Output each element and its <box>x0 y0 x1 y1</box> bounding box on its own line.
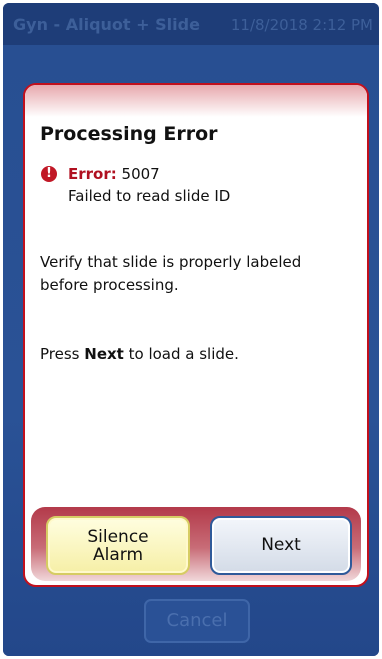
cancel-button: Cancel <box>144 599 250 643</box>
error-description: Failed to read slide ID <box>68 187 231 205</box>
press-next-hint: Press Next to load a slide. <box>40 345 239 363</box>
header-datetime: 11/8/2018 2:12 PM <box>230 16 373 34</box>
instruction-text: Verify that slide is properly labeled be… <box>40 253 302 294</box>
header-title: Gyn - Aliquot + Slide <box>13 15 200 34</box>
device-screen: Gyn - Aliquot + Slide 11/8/2018 2:12 PM … <box>3 3 379 656</box>
dialog-header-glow <box>25 85 367 117</box>
processing-error-dialog: Processing Error ! Error: 5007 Failed to… <box>23 83 369 587</box>
silence-label-line1: Silence <box>87 527 149 547</box>
error-code: 5007 <box>121 165 160 183</box>
press-suffix: to load a slide. <box>128 345 239 363</box>
next-button[interactable]: Next <box>210 516 352 575</box>
press-keyword: Next <box>84 345 124 363</box>
header-bar: Gyn - Aliquot + Slide 11/8/2018 2:12 PM <box>3 3 379 45</box>
error-exclamation-icon: ! <box>41 166 57 182</box>
error-code-line: Error: 5007 <box>68 165 160 183</box>
dialog-title: Processing Error <box>40 123 218 145</box>
press-prefix: Press <box>40 345 80 363</box>
silence-label-line2: Alarm <box>92 545 144 565</box>
silence-alarm-button[interactable]: Silence Alarm <box>46 516 190 575</box>
error-label: Error: <box>68 165 117 183</box>
